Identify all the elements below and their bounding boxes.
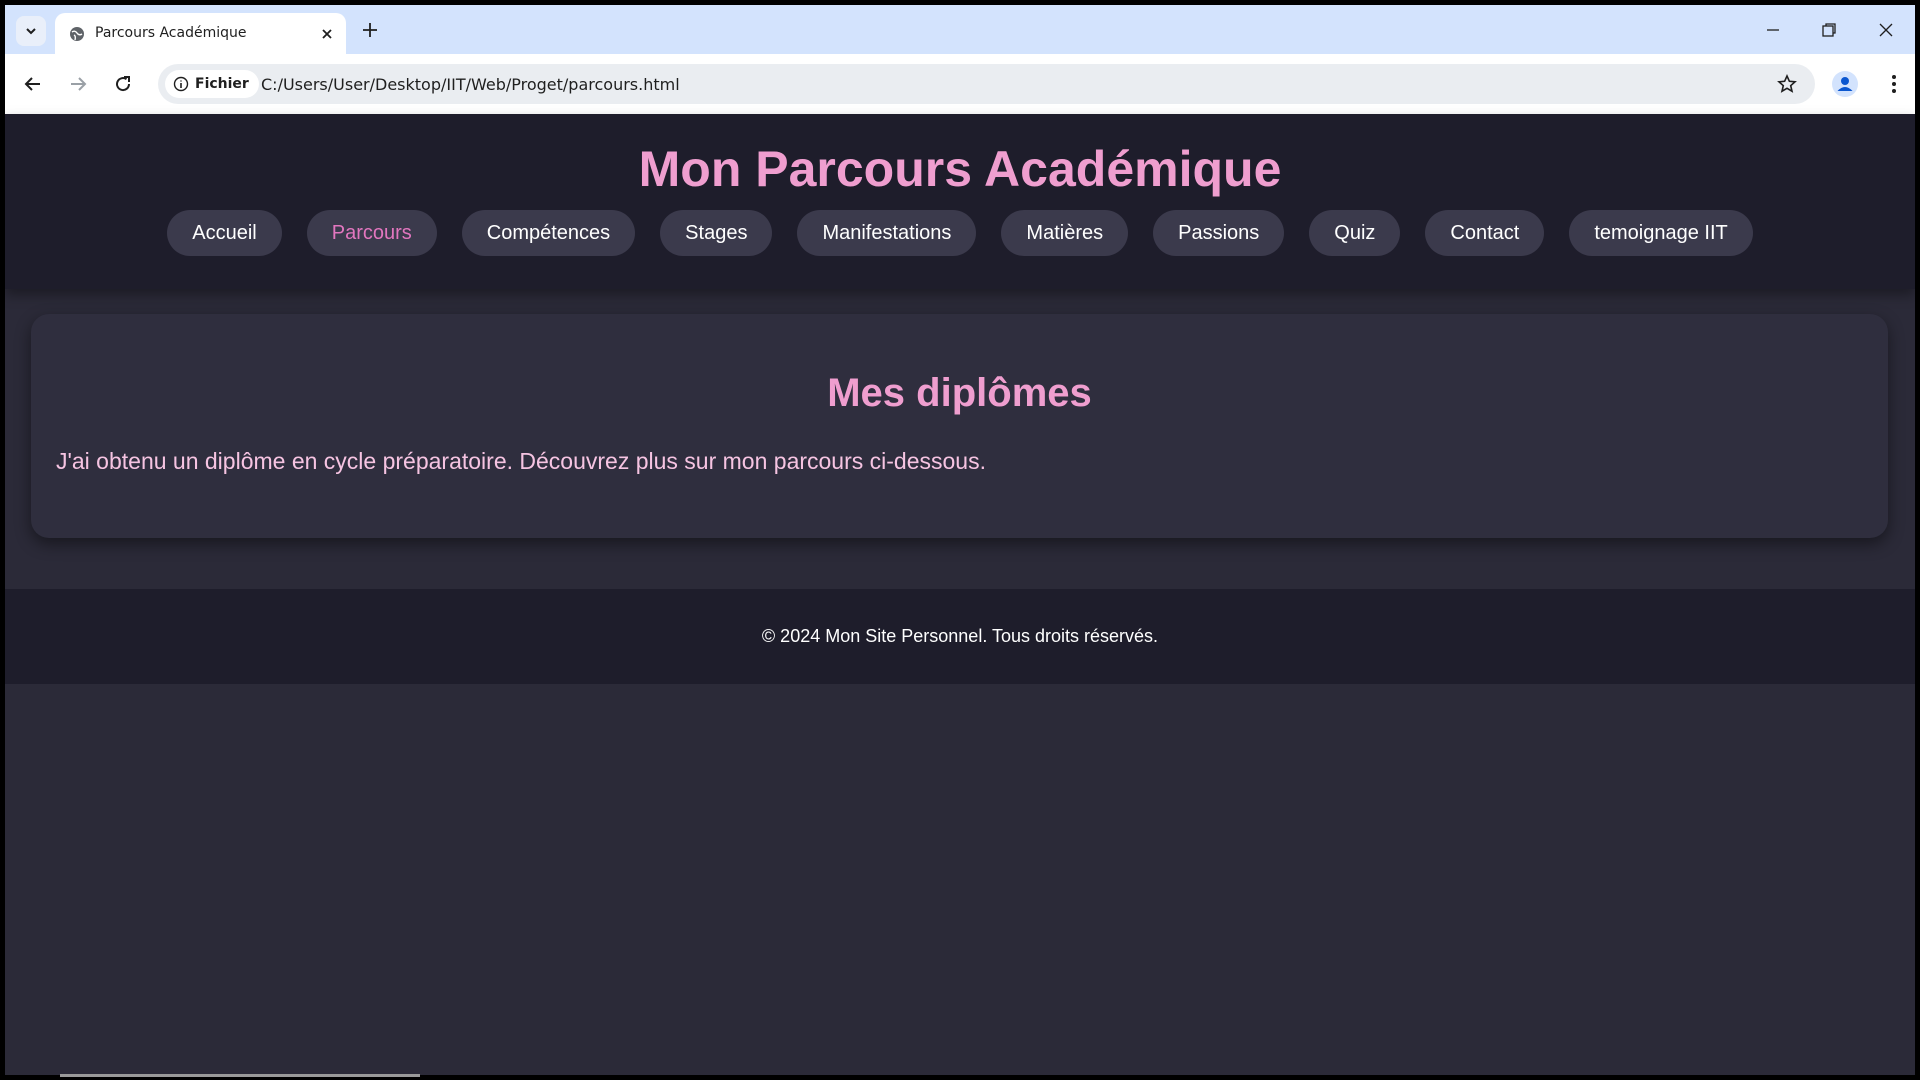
nav-contact[interactable]: Contact <box>1425 210 1545 256</box>
diplomas-section: Mes diplômes J'ai obtenu un diplôme en c… <box>31 314 1888 538</box>
profile-avatar[interactable] <box>1832 71 1858 97</box>
nav-temoignage[interactable]: temoignage IIT <box>1569 210 1753 256</box>
restore-icon[interactable] <box>1821 22 1837 38</box>
page-viewport: Mon Parcours Académique Accueil Parcours… <box>5 114 1915 1075</box>
browser-toolbar: Fichier C:/Users/User/Desktop/IIT/Web/Pr… <box>5 54 1915 114</box>
forward-arrow-icon[interactable] <box>68 74 88 94</box>
person-icon <box>1837 77 1853 91</box>
security-chip-label: Fichier <box>195 76 249 92</box>
site-nav: Accueil Parcours Compétences Stages Mani… <box>5 210 1915 256</box>
back-arrow-icon[interactable] <box>23 74 43 94</box>
address-bar[interactable]: Fichier C:/Users/User/Desktop/IIT/Web/Pr… <box>158 64 1815 104</box>
minimize-icon[interactable] <box>1765 22 1781 38</box>
site-header: Mon Parcours Académique Accueil Parcours… <box>5 114 1915 289</box>
bookmark-star-icon[interactable] <box>1777 74 1797 94</box>
tab-strip: Parcours Académique <box>5 5 1915 54</box>
section-text: J'ai obtenu un diplôme en cycle préparat… <box>56 448 986 474</box>
tab-title: Parcours Académique <box>95 25 247 41</box>
nav-quiz[interactable]: Quiz <box>1309 210 1401 256</box>
nav-parcours[interactable]: Parcours <box>306 210 437 256</box>
tab-active[interactable]: Parcours Académique <box>55 13 346 54</box>
nav-accueil[interactable]: Accueil <box>167 210 282 256</box>
nav-manifestations[interactable]: Manifestations <box>797 210 977 256</box>
nav-matieres[interactable]: Matières <box>1001 210 1129 256</box>
new-tab-icon[interactable] <box>361 21 379 39</box>
url-text[interactable]: C:/Users/User/Desktop/IIT/Web/Proget/par… <box>261 75 680 94</box>
close-window-icon[interactable] <box>1878 22 1894 38</box>
browser-window: Parcours Académique Fichier C:/Users/Use… <box>5 5 1915 1075</box>
site-info-chip[interactable]: Fichier <box>165 70 259 98</box>
chevron-down-icon <box>26 28 36 35</box>
section-title: Mes diplômes <box>827 371 1092 415</box>
taskbar-indicator <box>60 1074 420 1077</box>
nav-competences[interactable]: Compétences <box>461 210 636 256</box>
site-title: Mon Parcours Académique <box>638 141 1282 197</box>
close-tab-icon[interactable] <box>319 26 335 42</box>
nav-passions[interactable]: Passions <box>1153 210 1285 256</box>
globe-icon <box>70 27 84 41</box>
reload-icon[interactable] <box>113 74 133 94</box>
tab-search-button[interactable] <box>16 16 46 46</box>
site-footer: © 2024 Mon Site Personnel. Tous droits r… <box>5 589 1915 684</box>
more-menu-icon[interactable] <box>1884 73 1904 95</box>
info-icon <box>173 76 189 92</box>
nav-stages[interactable]: Stages <box>660 210 773 256</box>
footer-text: © 2024 Mon Site Personnel. Tous droits r… <box>761 626 1159 646</box>
